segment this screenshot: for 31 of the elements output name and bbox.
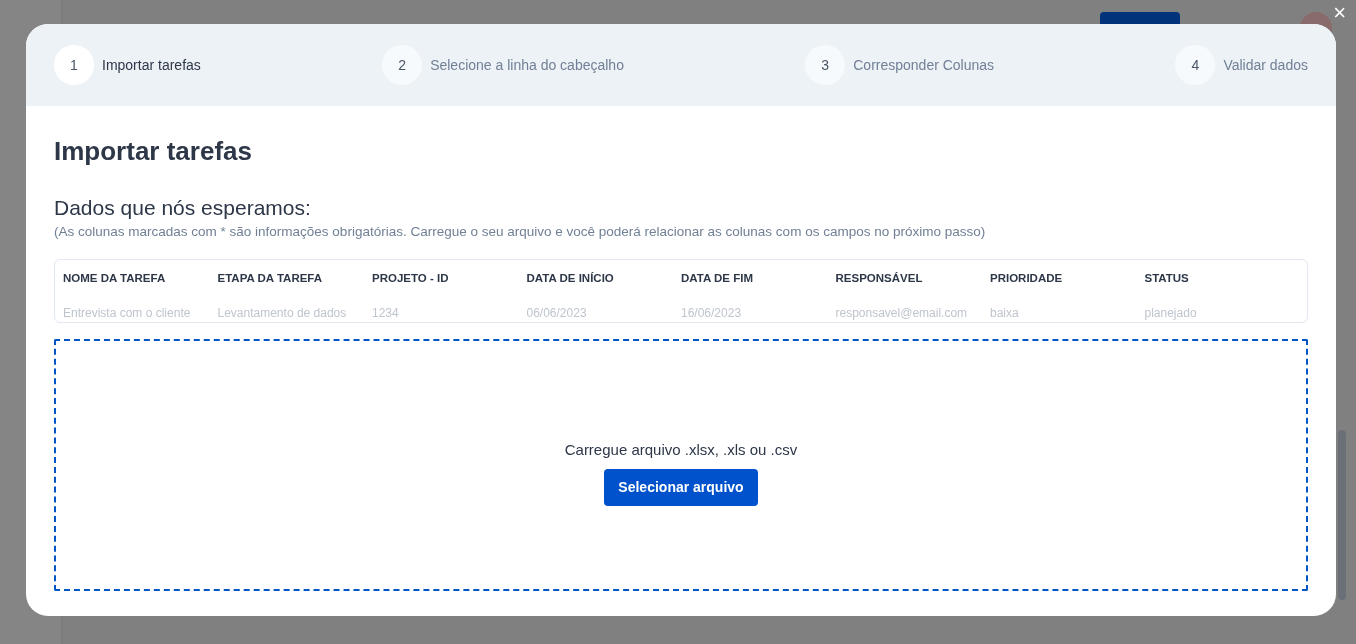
- table-cell-text: Levantamento de dados: [217, 304, 348, 322]
- step-label[interactable]: Validar dados: [1223, 54, 1308, 76]
- step-label[interactable]: Importar tarefas: [102, 54, 201, 76]
- column-header: NOME DA TAREFA: [63, 270, 167, 286]
- step-label[interactable]: Selecione a linha do cabeçalho: [430, 54, 624, 76]
- column-header: PRIORIDADE: [990, 270, 1064, 286]
- section-heading: Dados que nós esperamos:: [54, 195, 312, 221]
- column-header: PROJETO - ID: [372, 270, 450, 286]
- table-cell-text: responsavel@email.com: [835, 304, 969, 322]
- column-header: DATA DE FIM: [681, 270, 754, 286]
- file-dropzone[interactable]: Carregue arquivo .xlsx, .xls ou .csv Selecionar arquivo: [54, 338, 1308, 591]
- table-cell-text: Entrevista com o cliente: [63, 304, 192, 322]
- table-cell-text: 1234: [372, 304, 400, 322]
- instruction-text: (As colunas marcadas com * são informações obrigatórias. Carregue o seu arquivo e você poderá relacionar as colunas com os campos no próximo passo): [54, 223, 987, 242]
- close-button[interactable]: ×: [1329, 2, 1350, 24]
- column-header: RESPONSÁVEL: [835, 270, 924, 286]
- dropzone-message: Carregue arquivo .xlsx, .xls ou .csv: [564, 439, 798, 460]
- step-number[interactable]: 4: [1175, 45, 1216, 85]
- column-header: DATA DE INÍCIO: [526, 270, 615, 286]
- table-cell-text: baixa: [990, 304, 1020, 322]
- table-cell-text: 16/06/2023: [681, 304, 743, 322]
- column-header: ETAPA DA TAREFA: [217, 270, 324, 286]
- step-label[interactable]: Corresponder Colunas: [853, 54, 995, 76]
- step-number[interactable]: 3: [805, 45, 846, 85]
- table-cell-text: 06/06/2023: [526, 304, 588, 322]
- select-file-button[interactable]: Selecionar arquivo: [604, 469, 758, 507]
- table-cell-text: planejado: [1144, 304, 1198, 322]
- step-number[interactable]: 1: [54, 45, 94, 85]
- column-header: STATUS: [1144, 270, 1190, 286]
- modal-title: Importar tarefas: [54, 136, 253, 168]
- step-number[interactable]: 2: [382, 45, 423, 85]
